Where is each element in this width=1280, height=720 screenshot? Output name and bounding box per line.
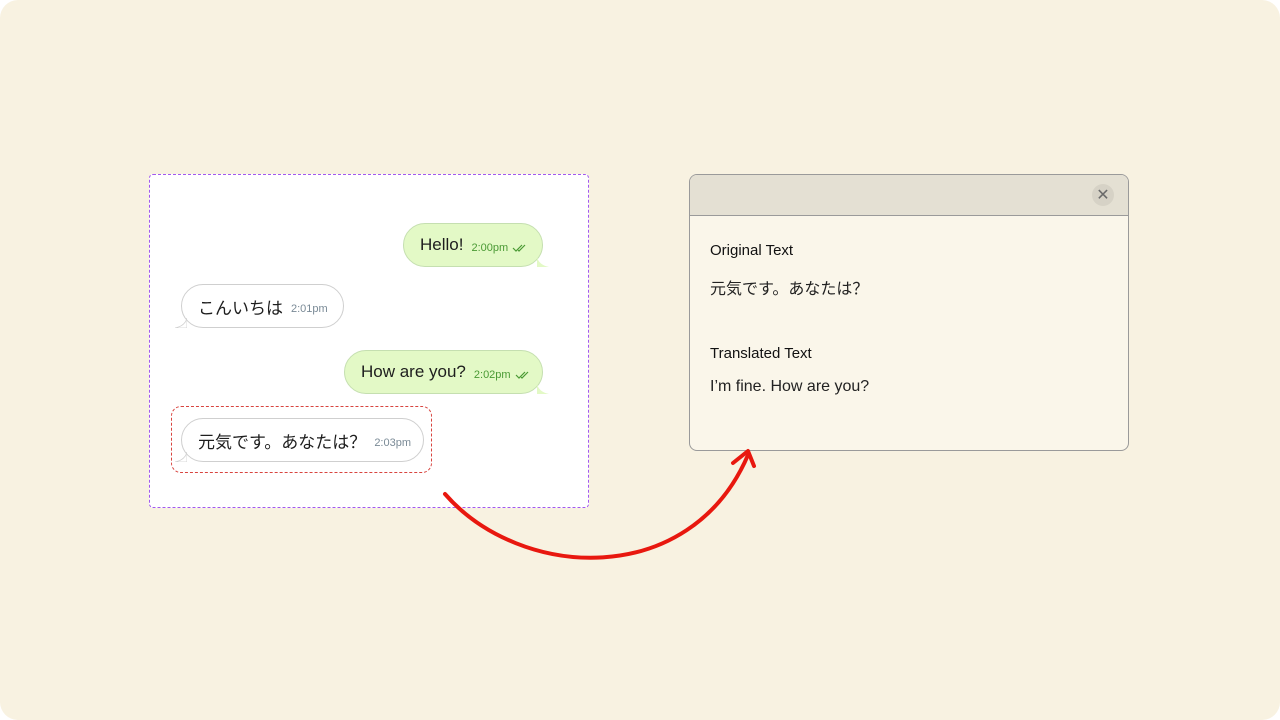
message-text: Hello! [420,235,464,254]
bubble-tail [175,318,187,328]
original-text-label: Original Text [710,242,794,259]
bubble-tail [537,257,549,267]
bubble-tail [175,452,187,462]
message-time: 2:03pm [374,437,412,449]
message-text: 元気です。あなたは？ [198,432,367,452]
close-icon[interactable]: ✕ [1092,184,1114,206]
window-titlebar[interactable]: ✕ [690,175,1128,216]
chat-message-outgoing[interactable]: Hello! 2:00pm [403,223,549,267]
chat-message-outgoing[interactable]: How are you? 2:02pm [344,350,549,394]
original-text-value: 元気です。あなたは？ [710,281,869,298]
message-time: 2:00pm [471,242,509,254]
double-check-icon [512,243,528,253]
chat-message-incoming-selected[interactable]: 元気です。あなたは？ 2:03pm [175,418,424,462]
message-text: How are you? [361,362,466,381]
message-time: 2:02pm [473,369,511,381]
message-time: 2:01pm [291,303,328,315]
double-check-icon [515,370,531,380]
chat-message-incoming[interactable]: こんいちは 2:01pm [175,284,344,328]
message-text: こんいちは [198,298,283,318]
translated-text-value: I’m fine. How are you? [710,378,870,395]
bubble-tail [537,384,549,394]
translated-text-label: Translated Text [710,345,812,362]
translation-window: ✕ Original Text 元気です。あなたは？ Translated Te… [689,174,1129,451]
canvas: Hello! 2:00pm こんいちは 2:01pm How are you? … [0,0,1280,720]
